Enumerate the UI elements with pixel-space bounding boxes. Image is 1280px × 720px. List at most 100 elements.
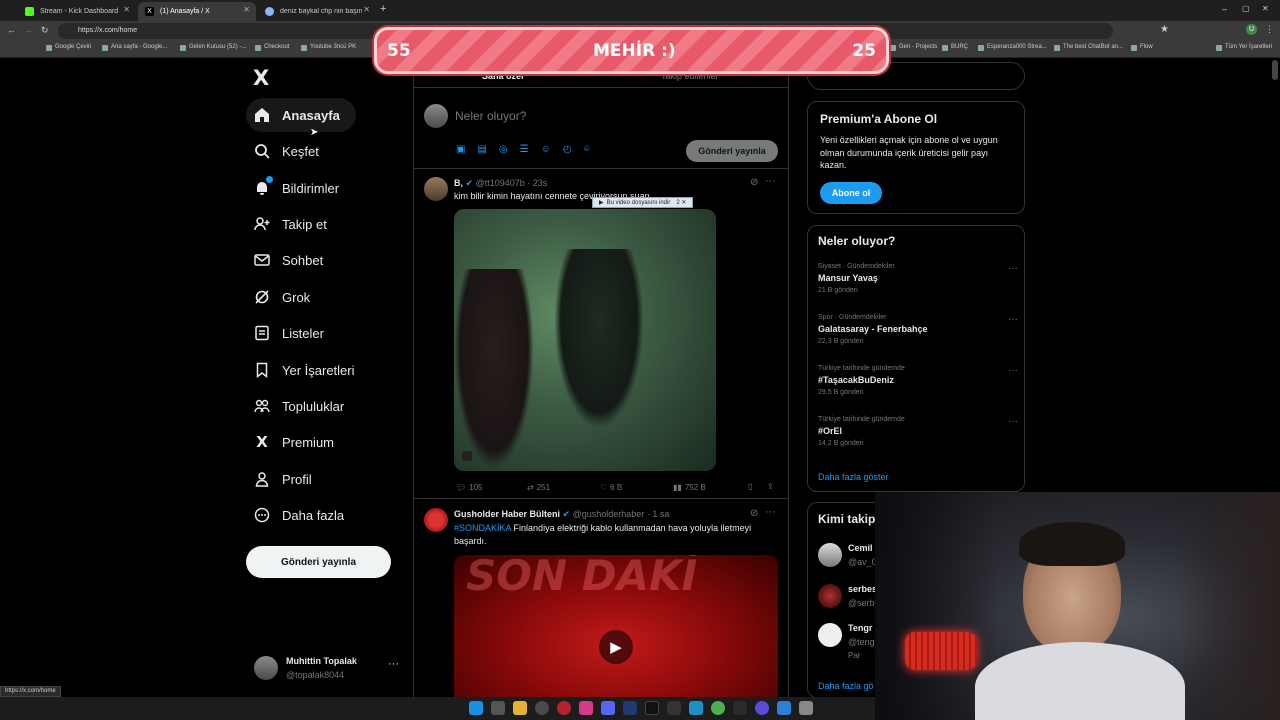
- browser-tab-search[interactable]: deniz baykal chp nin başında ki ✕: [258, 2, 376, 21]
- bookmark-item[interactable]: Youtube 3ncü PK: [301, 44, 356, 51]
- bookmark-item[interactable]: Esperanza000 Strea...: [978, 44, 1047, 51]
- app-icon[interactable]: [535, 701, 549, 715]
- nav-item-lists[interactable]: Listeler: [246, 316, 324, 350]
- like-button[interactable]: ♡ 6 B: [600, 483, 622, 492]
- more-dots-icon[interactable]: ···: [765, 175, 776, 187]
- nav-item-more[interactable]: Daha fazla: [246, 498, 344, 532]
- video-download-button[interactable]: ▶ Bu video dosyasını indir 2 ✕: [592, 197, 694, 208]
- account-switcher[interactable]: Muhittin Topalak @topalak8044 ···: [250, 650, 410, 686]
- bookmark-item[interactable]: Checkout: [255, 44, 289, 51]
- location-icon[interactable]: ⌾: [584, 144, 590, 155]
- task-view-icon[interactable]: [491, 701, 505, 715]
- trend-item[interactable]: Spor · Gündemdekiler Galatasaray - Fener…: [818, 314, 1018, 345]
- opera-icon[interactable]: [557, 701, 571, 715]
- tweet-time[interactable]: 1 sa: [652, 509, 669, 519]
- hashtag-link[interactable]: #SONDAKİKA: [454, 523, 511, 533]
- nav-item-notifications[interactable]: Bildirimler: [246, 171, 339, 205]
- tweet-author-handle[interactable]: @gusholderhaber: [573, 509, 645, 519]
- avatar[interactable]: [818, 584, 842, 608]
- tweet-author-handle[interactable]: @tt109407b: [476, 178, 525, 188]
- tweet[interactable]: B, ✔ @tt109407b · 23s ⊘ ··· kim bilir ki…: [414, 169, 788, 499]
- tweet-author-name[interactable]: B,: [454, 178, 463, 188]
- share-button[interactable]: ⇪: [767, 482, 774, 491]
- tweet-time[interactable]: 23s: [533, 178, 548, 188]
- close-window-button[interactable]: ✕: [1262, 4, 1269, 13]
- nav-item-follow[interactable]: Takip et: [246, 207, 327, 241]
- browser-tab-kick[interactable]: Stream - Kick Dashboard ✕: [18, 2, 136, 21]
- forward-arrow-icon[interactable]: →: [24, 25, 33, 35]
- gif-icon[interactable]: ▤: [477, 144, 486, 155]
- poll-icon[interactable]: ☰: [520, 144, 529, 155]
- subscribe-button[interactable]: Abone ol: [820, 182, 882, 204]
- bookmark-item[interactable]: The best ChatBot an...: [1054, 44, 1123, 51]
- instagram-icon[interactable]: [579, 701, 593, 715]
- nav-item-profile[interactable]: Profil: [246, 462, 312, 496]
- avatar[interactable]: [818, 623, 842, 647]
- more-dots-icon[interactable]: ···: [388, 658, 399, 670]
- bookmark-item[interactable]: Gelen Kutusu (52) -...: [180, 44, 246, 51]
- app-icon[interactable]: [733, 701, 747, 715]
- avatar[interactable]: [424, 508, 448, 532]
- nav-item-communities[interactable]: Topluluklar: [246, 389, 344, 423]
- obs-icon[interactable]: [755, 701, 769, 715]
- app-icon[interactable]: [799, 701, 813, 715]
- maximize-button[interactable]: ▢: [1242, 4, 1250, 13]
- composer-post-button[interactable]: Gönderi yayınla: [686, 140, 778, 162]
- trend-item[interactable]: Türkiye tarihinde gündemde #TaşacakBuDen…: [818, 365, 1018, 396]
- nav-item-messages[interactable]: Sohbet: [246, 243, 323, 277]
- close-icon[interactable]: ✕: [243, 5, 250, 14]
- capcut-icon[interactable]: [667, 701, 681, 715]
- app-icon[interactable]: [777, 701, 791, 715]
- trend-item[interactable]: Siyaset · Gündemdekiler Mansur Yavaş 21 …: [818, 263, 1018, 294]
- nav-item-bookmarks[interactable]: Yer İşaretleri: [246, 353, 355, 387]
- chrome-icon[interactable]: [711, 701, 725, 715]
- more-dots-icon[interactable]: ···: [1008, 416, 1018, 427]
- post-button[interactable]: Gönderi yayınla: [246, 546, 391, 578]
- bookmark-item[interactable]: Flow: [1131, 44, 1153, 51]
- nav-item-premium[interactable]: X Premium: [246, 425, 334, 459]
- back-arrow-icon[interactable]: ←: [7, 25, 16, 35]
- tiktok-icon[interactable]: [645, 701, 659, 715]
- bookmark-item[interactable]: Google Çeviri: [46, 44, 91, 51]
- follow-user-name[interactable]: Tengr: [848, 623, 872, 633]
- reload-icon[interactable]: ↻: [41, 25, 49, 36]
- x-logo[interactable]: X: [253, 66, 269, 90]
- grok-icon[interactable]: ⊘: [750, 177, 758, 188]
- start-icon[interactable]: [469, 701, 483, 715]
- retweet-button[interactable]: ⇄ 251: [527, 483, 550, 492]
- play-icon[interactable]: ▶: [599, 630, 633, 664]
- follow-user-name[interactable]: Cemil: [848, 543, 873, 553]
- tweet-video[interactable]: SON DAKİ ▶: [454, 555, 778, 698]
- follow-user-name[interactable]: serbes: [848, 584, 877, 594]
- photoshop-icon[interactable]: [623, 701, 637, 715]
- bookmark-item[interactable]: BURÇ: [942, 44, 968, 51]
- browser-tab-x[interactable]: X (1) Anasayfa / X ✕: [138, 2, 256, 21]
- discord-icon[interactable]: [601, 701, 615, 715]
- bookmark-item[interactable]: Tüm Yer İşaretleri: [1216, 44, 1272, 51]
- tweet-author-name[interactable]: Gusholder Haber Bülteni: [454, 509, 560, 519]
- new-tab-button[interactable]: +: [380, 3, 386, 15]
- tweet-video[interactable]: [454, 209, 716, 471]
- more-dots-icon[interactable]: ···: [1008, 365, 1018, 376]
- avatar[interactable]: [424, 177, 448, 201]
- bookmark-button[interactable]: ▯: [748, 482, 752, 491]
- minimize-button[interactable]: –: [1222, 4, 1227, 14]
- schedule-icon[interactable]: ◴: [563, 144, 572, 155]
- bookmark-item[interactable]: Ana sayfa - Google...: [102, 44, 167, 51]
- tweet[interactable]: Gusholder Haber Bülteni ✔ @gusholderhabe…: [414, 500, 788, 698]
- trend-item[interactable]: Türkiye tarihinde gündemde #OrEl 14,2 B …: [818, 416, 1018, 447]
- menu-dots-icon[interactable]: ⋮: [1265, 24, 1274, 35]
- nav-item-home[interactable]: Anasayfa: [246, 98, 356, 132]
- show-more-link[interactable]: Daha fazla göster: [818, 472, 889, 482]
- more-dots-icon[interactable]: ···: [1008, 263, 1018, 274]
- show-more-link[interactable]: Daha fazla gö: [818, 681, 874, 691]
- bookmark-item[interactable]: Gen - Projects: [890, 44, 937, 51]
- composer-input[interactable]: Neler oluyor?: [455, 109, 526, 123]
- close-icon[interactable]: ✕: [123, 5, 130, 14]
- nav-item-grok[interactable]: Grok: [246, 280, 310, 314]
- avatar[interactable]: [818, 543, 842, 567]
- close-icon[interactable]: ✕: [363, 5, 370, 14]
- views-button[interactable]: ▮▮ 752 B: [673, 483, 706, 492]
- scrollbar-thumb[interactable]: [1272, 60, 1278, 80]
- file-explorer-icon[interactable]: [513, 701, 527, 715]
